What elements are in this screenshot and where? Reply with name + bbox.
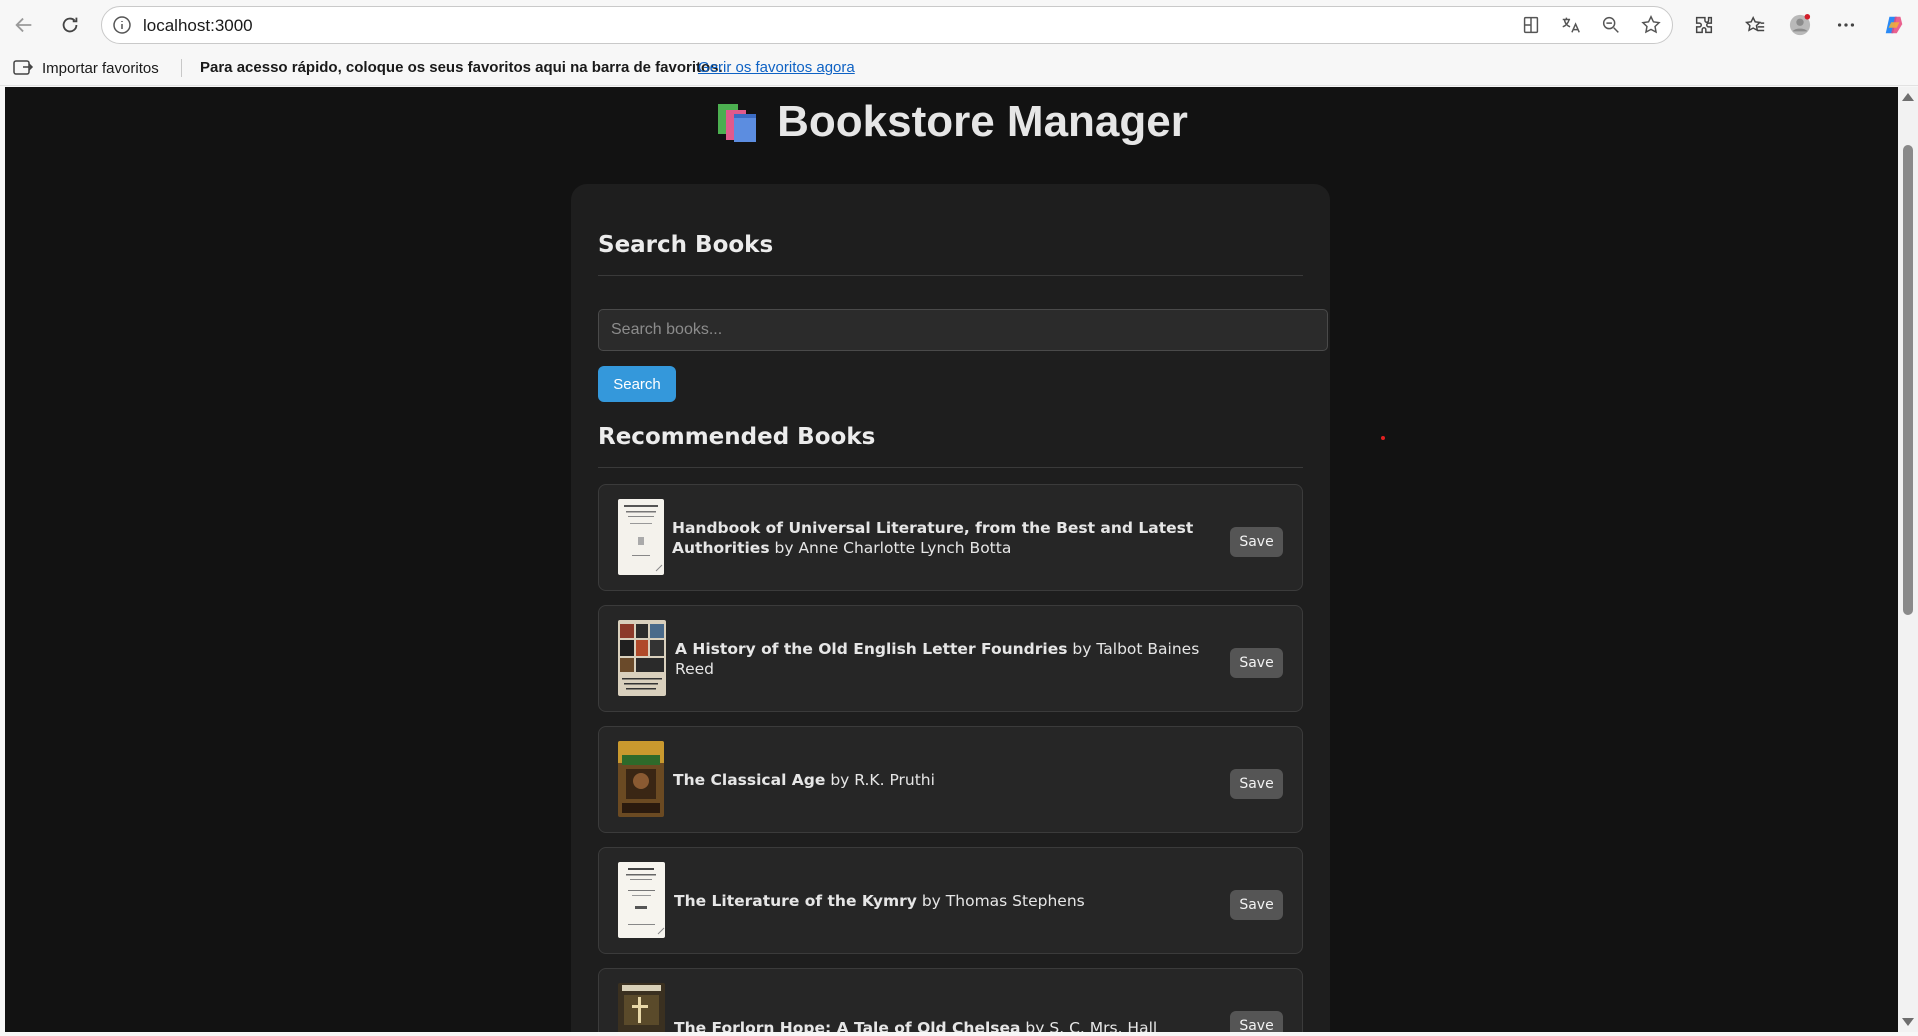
book-item: A History of the Old English Letter Foun… — [598, 605, 1303, 712]
by-label: by — [921, 891, 941, 910]
address-bar[interactable]: localhost:3000 — [101, 6, 1673, 44]
app-header: Bookstore Manager — [5, 97, 1898, 147]
recommended-section-title: Recommended Books — [598, 424, 876, 450]
book-item: The Classical Age by R.K. Pruthi Save — [598, 726, 1303, 833]
by-label: by — [830, 770, 850, 789]
search-button[interactable]: Search — [598, 366, 676, 402]
recommended-section-divider — [598, 467, 1303, 468]
page-scrollbar[interactable] — [1898, 87, 1918, 1032]
book-title: A History of the Old English Letter Foun… — [675, 639, 1068, 658]
book-title: The Classical Age — [673, 770, 826, 789]
scroll-up-arrow-icon[interactable] — [1902, 93, 1914, 101]
favorite-star-icon[interactable] — [1640, 14, 1664, 38]
book-info: The Classical Age by R.K. Pruthi — [673, 727, 1203, 832]
app-available-icon[interactable] — [1520, 14, 1544, 38]
book-cover-image — [618, 499, 664, 575]
search-input[interactable] — [598, 309, 1328, 351]
book-cover-image — [618, 862, 665, 938]
book-item: The Literature of the Kymry by Thomas St… — [598, 847, 1303, 954]
book-info: A History of the Old English Letter Foun… — [675, 606, 1205, 711]
zoom-out-icon[interactable] — [1600, 14, 1624, 38]
profile-avatar-icon[interactable] — [1784, 9, 1816, 41]
by-label: by — [1072, 639, 1092, 658]
favorites-icon[interactable] — [1739, 9, 1771, 41]
book-item: The Forlorn Hope: A Tale of Old Chelsea … — [598, 968, 1303, 1032]
url-text[interactable]: localhost:3000 — [143, 16, 253, 36]
manage-favorites-link[interactable]: Gerir os favoritos agora — [698, 59, 855, 76]
favorites-message: Para acesso rápido, coloque os seus favo… — [200, 59, 723, 76]
refresh-icon[interactable] — [54, 9, 86, 41]
book-author: S. C. Mrs. Hall — [1049, 1018, 1158, 1033]
by-label: by — [774, 538, 794, 557]
by-label: by — [1025, 1018, 1045, 1033]
import-favorites-button[interactable]: Importar favoritos — [12, 58, 159, 78]
favorites-divider — [181, 59, 182, 77]
translate-icon[interactable] — [1560, 14, 1584, 38]
book-author: Thomas Stephens — [945, 891, 1085, 910]
search-section-divider — [598, 275, 1303, 276]
save-button[interactable]: Save — [1230, 890, 1283, 920]
book-author: R.K. Pruthi — [854, 770, 935, 789]
search-section-title: Search Books — [598, 232, 774, 258]
scroll-down-arrow-icon[interactable] — [1902, 1018, 1914, 1026]
book-info: Handbook of Universal Literature, from t… — [672, 485, 1202, 590]
book-cover-image — [618, 620, 666, 696]
cursor-dot — [1381, 436, 1385, 440]
books-icon — [718, 104, 757, 142]
copilot-icon[interactable] — [1878, 9, 1910, 41]
book-item: Handbook of Universal Literature, from t… — [598, 484, 1303, 591]
app-title: Bookstore Manager — [777, 97, 1188, 146]
page-viewport: Bookstore Manager Search Books Search Re… — [5, 87, 1898, 1032]
favorites-bar: Importar favoritos Para acesso rápido, c… — [0, 50, 1918, 86]
import-favorites-label: Importar favoritos — [42, 59, 159, 77]
main-card: Search Books Search Recommended Books Ha… — [571, 184, 1330, 1032]
save-button[interactable]: Save — [1230, 1011, 1283, 1032]
book-cover-image — [618, 741, 664, 817]
back-arrow-icon[interactable] — [8, 9, 40, 41]
book-info: The Forlorn Hope: A Tale of Old Chelsea … — [674, 975, 1204, 1033]
book-info: The Literature of the Kymry by Thomas St… — [674, 848, 1204, 953]
save-button[interactable]: Save — [1230, 527, 1283, 557]
scroll-thumb[interactable] — [1903, 145, 1913, 615]
book-title: The Literature of the Kymry — [674, 891, 917, 910]
save-button[interactable]: Save — [1230, 648, 1283, 678]
site-info-icon[interactable] — [112, 15, 132, 35]
browser-window: localhost:3000 Importar favoritos Para a… — [0, 0, 1918, 1036]
save-button[interactable]: Save — [1230, 769, 1283, 799]
book-cover-image — [618, 983, 665, 1032]
extensions-icon[interactable] — [1688, 9, 1720, 41]
browser-toolbar: localhost:3000 — [0, 0, 1918, 50]
more-options-icon[interactable] — [1830, 9, 1862, 41]
book-title: The Forlorn Hope: A Tale of Old Chelsea — [674, 1018, 1021, 1033]
book-author: Anne Charlotte Lynch Botta — [798, 538, 1012, 557]
import-favorites-icon — [13, 60, 34, 75]
